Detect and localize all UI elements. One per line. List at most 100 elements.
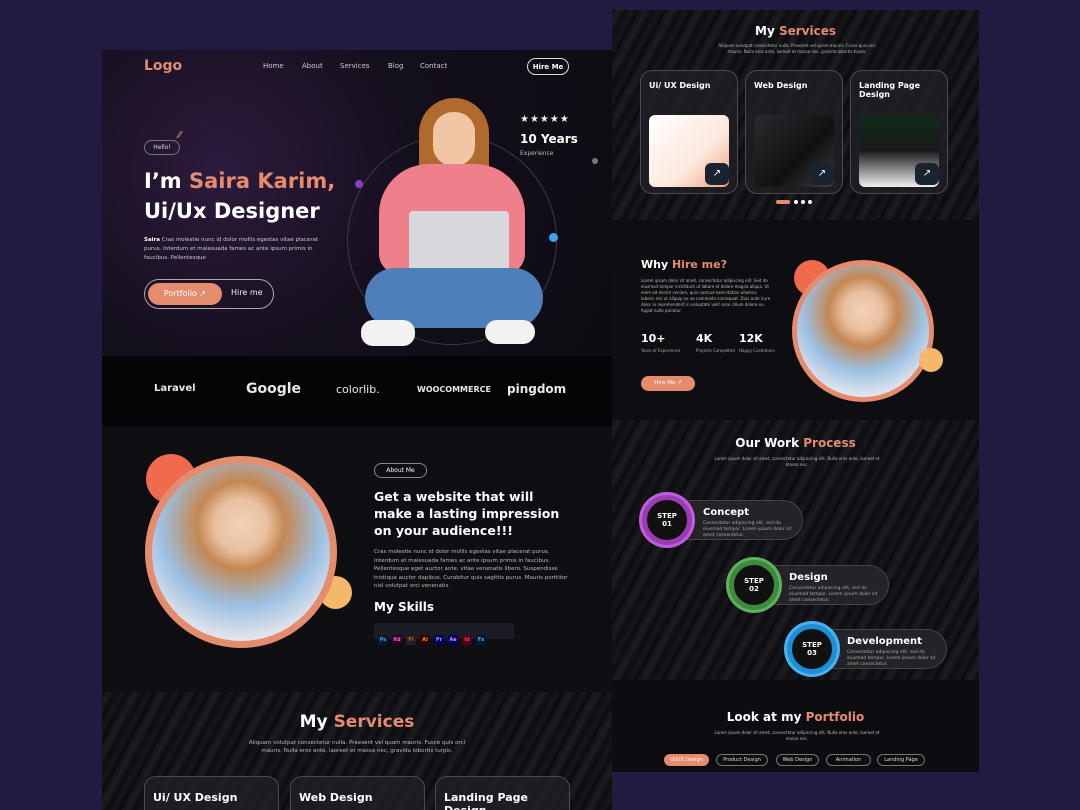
left-page: Logo Home About Services Blog Contact Hi… xyxy=(102,50,612,810)
skill-ps-icon: Ps xyxy=(378,635,388,645)
arrow-up-right-icon: ↗ xyxy=(199,289,207,298)
services-bottom-title: My Services xyxy=(102,712,612,732)
stat-years: 10+ Years of Experience xyxy=(641,332,680,353)
brand-google: Google xyxy=(246,381,302,397)
process-step-3-label: STEP xyxy=(802,641,822,649)
service-card-landing[interactable]: Landing Page Design ↗ xyxy=(850,70,948,194)
skills-title: My Skills xyxy=(374,600,435,614)
hero-section: Logo Home About Services Blog Contact Hi… xyxy=(102,50,612,356)
service-card-landing-arrow[interactable]: ↗ xyxy=(915,163,939,185)
nav-logo[interactable]: Logo xyxy=(144,58,182,74)
process-step-1-desc: Consectetur adipiscing elit, sed do eius… xyxy=(703,521,792,538)
process-step-3-title: Development xyxy=(847,636,922,647)
services-title-a: My xyxy=(755,24,779,38)
service-card-web-arrow[interactable]: ↗ xyxy=(810,163,834,185)
portfolio-title: Look at my Portfolio xyxy=(612,710,979,724)
portrait-legs xyxy=(365,268,543,328)
portfolio-button[interactable]: Portfolio ↗ xyxy=(148,283,222,305)
service-card-web-title: Web Design xyxy=(754,81,808,90)
why-photo-frame xyxy=(792,260,934,402)
service-card-landing-bottom-title: Landing Page Design xyxy=(444,791,528,810)
brand-pingdom: pingdom xyxy=(507,382,567,396)
skill-ae-icon: Ae xyxy=(448,635,458,645)
nav-link-blog[interactable]: Blog xyxy=(388,62,403,70)
service-card-landing-title: Landing Page Design xyxy=(859,81,921,99)
sparkle-icon: ⁄⁄ xyxy=(178,130,182,141)
carousel-dot[interactable] xyxy=(794,200,798,204)
stat-years-num: 10+ xyxy=(641,332,666,345)
why-body: Lorem ipsum dolor sit amet, consectetur … xyxy=(641,278,771,313)
why-title: Why Hire me? xyxy=(641,258,727,271)
stat-projects-num: 4K xyxy=(696,332,713,345)
portfolio-title-b: Portfolio xyxy=(805,710,865,724)
process-step-2-title: Design xyxy=(789,572,828,583)
hero-title-prefix: I’m xyxy=(144,169,189,193)
services-bottom-title-b: Services xyxy=(333,712,415,732)
stat-customers-label: Happy Customers xyxy=(739,348,775,353)
experience-label: Experience xyxy=(520,150,554,157)
service-card-web[interactable]: Web Design ↗ xyxy=(745,70,843,194)
hero-role: Ui/Ux Designer xyxy=(144,199,320,223)
process-step-3-badge: STEP 03 xyxy=(787,624,837,674)
stat-customers: 12K Happy Customers xyxy=(739,332,775,353)
hero-title: I’m Saira Karim, Ui/Ux Designer xyxy=(144,166,335,226)
brand-colorlib: colorlib. xyxy=(336,383,380,396)
process-step-1-badge: STEP 01 xyxy=(642,495,692,545)
service-card-uiux-bottom[interactable]: Ui/ UX Design xyxy=(144,776,279,810)
process-title-b: Process xyxy=(803,436,856,450)
process-title-a: Our Work xyxy=(735,436,804,450)
hero-name: Saira Karim, xyxy=(188,169,336,193)
portfolio-tag-animation[interactable]: Animation xyxy=(826,754,871,766)
hire-me-button[interactable]: Hire me xyxy=(231,288,263,297)
process-step-1-title: Concept xyxy=(703,507,749,518)
about-heading: Get a website that will make a lasting i… xyxy=(374,489,560,538)
skill-figma-icon: Fi xyxy=(406,635,416,645)
skill-fs-icon: Fs xyxy=(476,635,486,645)
services-section: My Services Aliquam volutpat consectetur… xyxy=(612,10,979,220)
portfolio-subtitle: Lorem ipsum dolor sit amet, consectetur … xyxy=(714,730,880,741)
about-badge: About Me xyxy=(374,463,427,478)
portfolio-tag-web[interactable]: Web Design xyxy=(776,754,819,766)
portfolio-tag-landing[interactable]: Landing Page xyxy=(877,754,925,766)
services-bottom-subtitle: Aliquam volutpat consectetur nulla. Prae… xyxy=(248,740,466,754)
carousel-dot[interactable] xyxy=(801,200,805,204)
hero-dot-blue xyxy=(549,233,558,242)
service-card-uiux-arrow[interactable]: ↗ xyxy=(705,163,729,185)
service-card-web-bottom[interactable]: Web Design xyxy=(290,776,425,810)
service-card-uiux[interactable]: Ui/ UX Design ↗ xyxy=(640,70,738,194)
nav-link-contact[interactable]: Contact xyxy=(420,62,447,70)
portrait-face xyxy=(433,112,475,166)
about-body: Cras molestie nunc id dolor mollis egest… xyxy=(374,549,568,589)
stat-projects-label: Projects Completed xyxy=(696,348,735,353)
portfolio-title-a: Look at my xyxy=(726,710,806,724)
portrait-shoe-left xyxy=(361,320,415,346)
process-step-2-num: 02 xyxy=(749,585,759,593)
hero-dot-gray xyxy=(592,158,598,164)
nav-link-about[interactable]: About xyxy=(302,62,323,70)
services-title-b: Services xyxy=(778,24,836,38)
about-section: About Me Get a website that will make a … xyxy=(102,426,612,692)
carousel-dot[interactable] xyxy=(808,200,812,204)
carousel-dots[interactable] xyxy=(776,200,816,205)
services-subtitle: Aliquam volutpat consectetur nulla. Prae… xyxy=(718,43,876,54)
hero-bio-name: Saira xyxy=(144,237,160,243)
nav-hire-me-button[interactable]: Hire Me xyxy=(527,58,569,75)
portrait-shoe-right xyxy=(485,320,535,344)
service-card-landing-bottom[interactable]: Landing Page Design xyxy=(435,776,570,810)
why-hire-button[interactable]: Hire Me ↗ xyxy=(641,376,695,391)
about-photo-frame xyxy=(145,456,337,648)
service-card-uiux-bottom-title: Ui/ UX Design xyxy=(153,791,238,804)
process-section: Our Work Process Lorem ipsum dolor sit a… xyxy=(612,420,979,680)
about-photo xyxy=(152,463,330,641)
nav-link-home[interactable]: Home xyxy=(263,62,284,70)
brand-laravel: Laravel xyxy=(154,383,196,394)
portfolio-tag-product[interactable]: Product Design xyxy=(716,754,768,766)
skill-id-icon: Id xyxy=(462,635,472,645)
process-step-2-label: STEP xyxy=(744,577,764,585)
brand-woocommerce: WOOCOMMERCE xyxy=(417,385,491,394)
carousel-dot-active[interactable] xyxy=(776,200,790,204)
nav-link-services[interactable]: Services xyxy=(340,62,370,70)
why-photo xyxy=(797,265,929,397)
portfolio-tag-uiux[interactable]: UI/UX Design xyxy=(664,754,709,766)
brands-strip: Laravel Google colorlib. WOOCOMMERCE pin… xyxy=(102,356,612,426)
